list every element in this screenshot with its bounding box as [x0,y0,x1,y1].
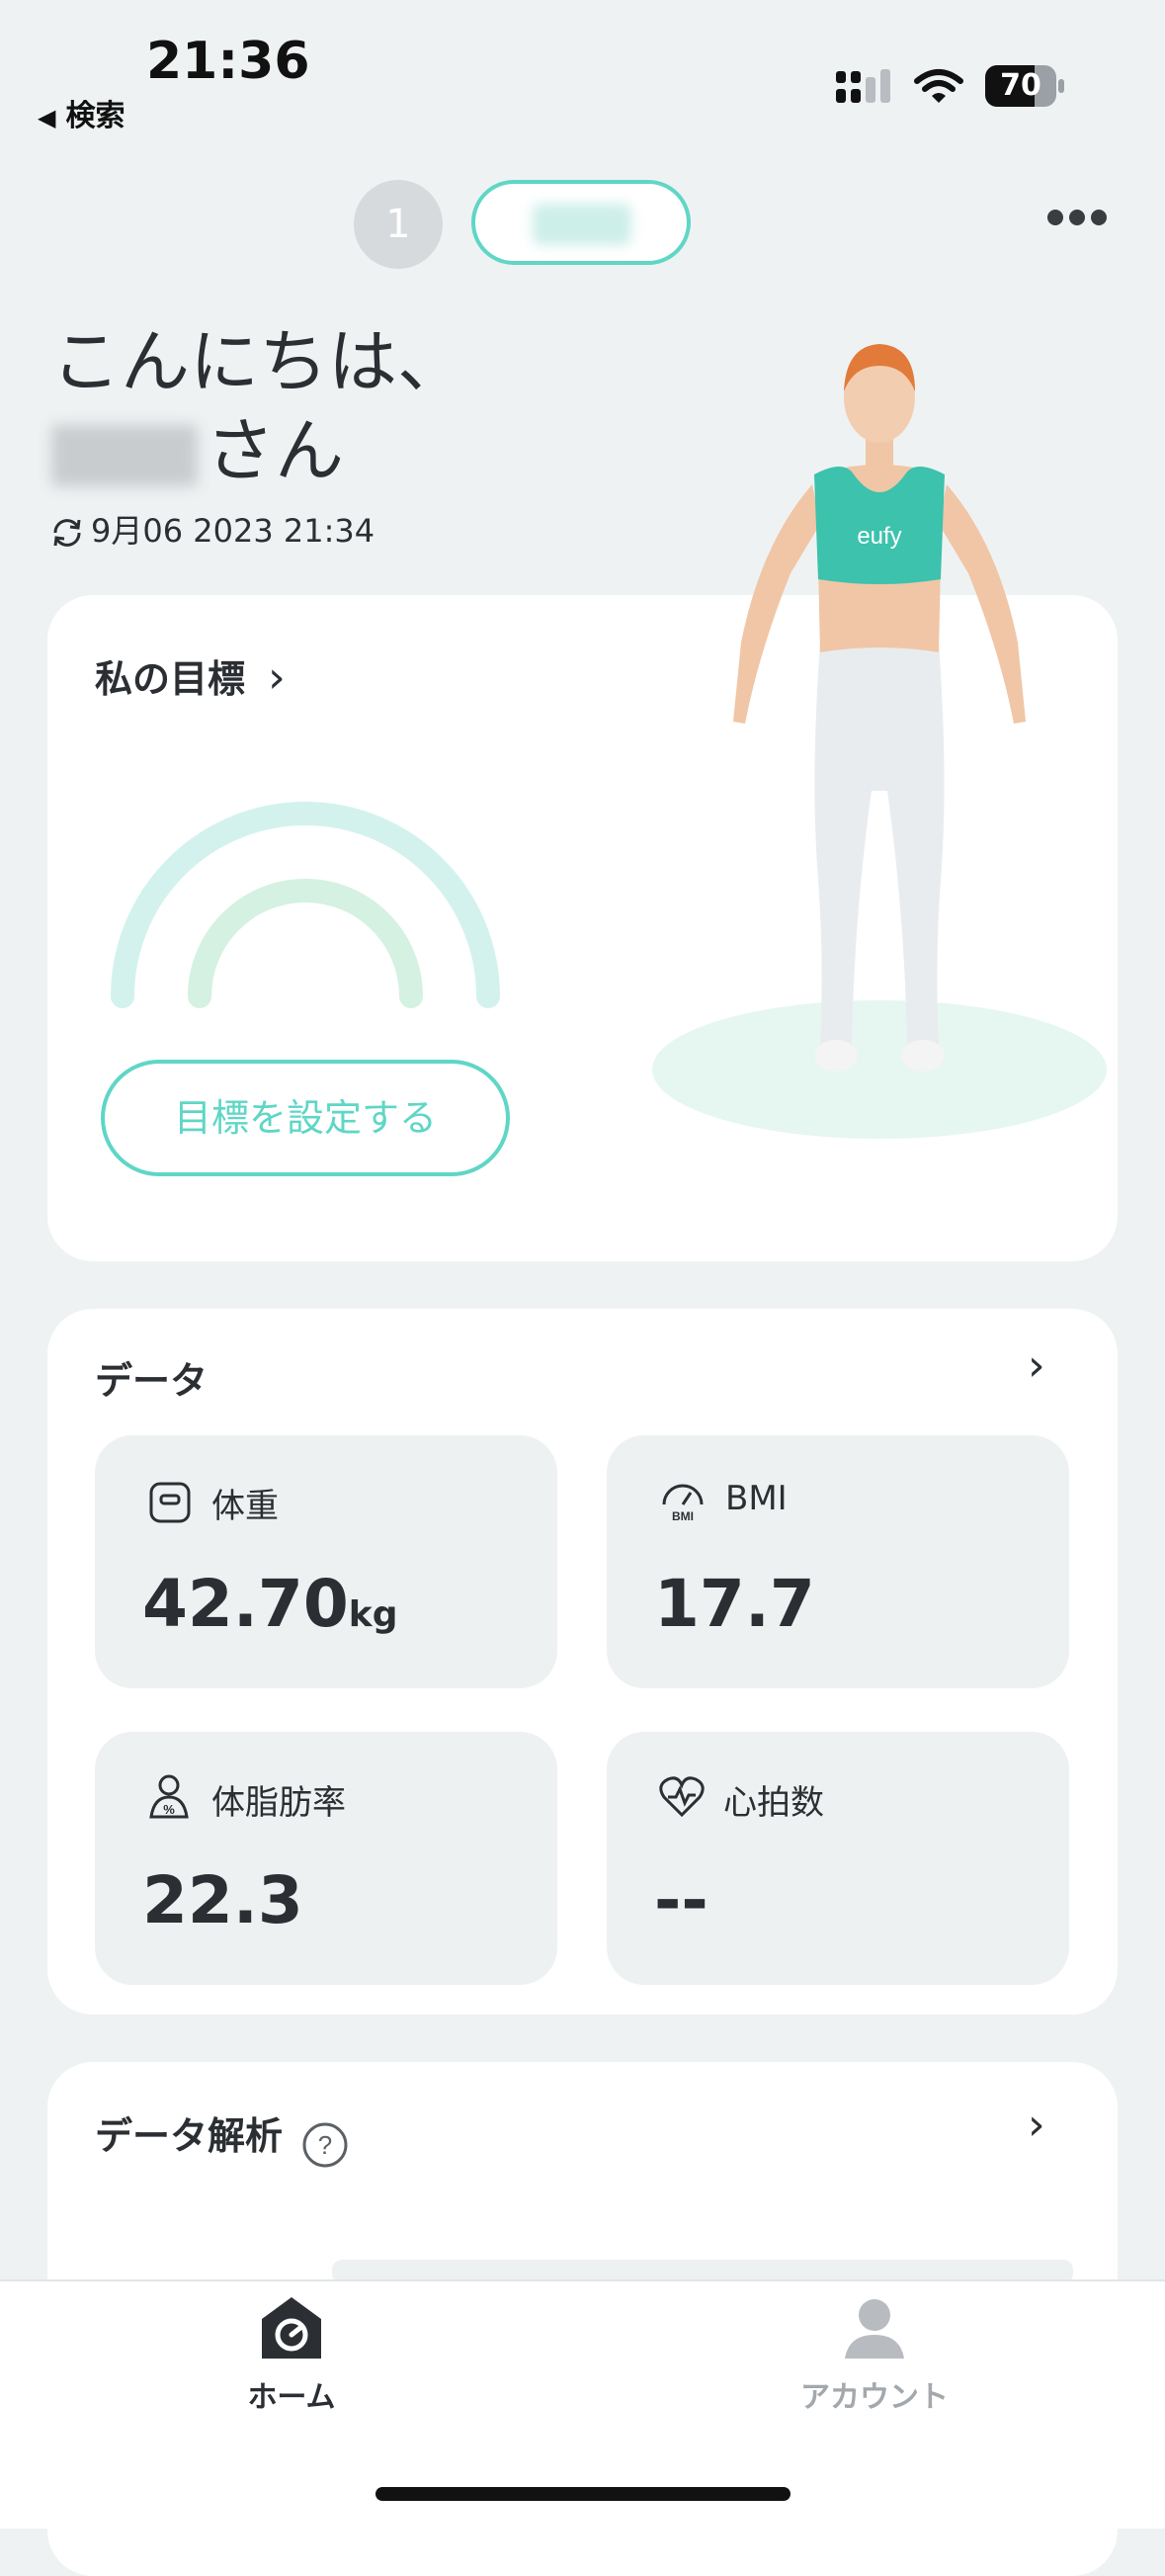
cellular-signal-icon [836,69,890,103]
user-index-badge[interactable]: 1 [354,180,443,269]
tab-home[interactable]: ホーム [227,2293,356,2432]
battery-indicator: 70 [985,65,1064,107]
heart-rate-tile[interactable]: 心拍数 -- [607,1732,1069,1985]
battery-level: 70 [1000,68,1041,103]
weight-label: 体重 [211,1487,279,1526]
weight-tile[interactable]: 体重 42.70kg [95,1435,557,1688]
heart-rate-icon [659,1776,705,1818]
heart-rate-label: 心拍数 [723,1783,824,1823]
body-avatar-figure: eufy [652,344,1107,1139]
chevron-right-icon: › [268,652,286,703]
chevron-right-icon[interactable]: › [1028,2100,1045,2150]
analysis-header[interactable]: データ解析 ? [95,2105,349,2169]
bmi-label: BMI [725,1479,788,1518]
help-icon[interactable]: ? [301,2121,349,2169]
user-name-pill[interactable] [471,180,691,265]
bmi-gauge-icon: BMI [662,1484,704,1523]
tab-account[interactable]: アカウント [791,2293,958,2432]
greeting-suffix: さん [206,410,344,491]
wifi-icon [914,69,963,103]
blurred-user-name [533,204,631,245]
sync-timestamp: 9月06 2023 21:34 [91,512,375,550]
set-goal-button[interactable]: 目標を設定する [101,1060,510,1176]
sync-icon [53,519,81,547]
shirt-logo: eufy [857,523,901,550]
weight-value: 42.70kg [142,1566,398,1642]
back-arrow-icon: ◀ [38,104,56,131]
status-time: 21:36 [146,32,310,91]
svg-text:%: % [163,1802,175,1817]
goal-progress-arc [111,802,500,1008]
home-indicator [375,2487,791,2501]
body-fat-label: 体脂肪率 [211,1783,346,1823]
weight-unit: kg [348,1594,398,1635]
bmi-tile[interactable]: BMI BMI 17.7 [607,1435,1069,1688]
svg-text:?: ? [318,2130,332,2160]
greeting-line: こんにちは、 [51,321,466,402]
scale-icon [149,1482,191,1523]
last-sync[interactable]: 9月06 2023 21:34 [49,506,374,552]
body-fat-value: 22.3 [142,1862,303,1938]
svg-text:BMI: BMI [672,1509,694,1523]
back-label: 検索 [65,99,125,133]
chevron-right-icon[interactable]: › [1028,1340,1045,1391]
bmi-value: 17.7 [654,1566,815,1642]
tab-home-label: ホーム [247,2380,336,2415]
analysis-title: データ解析 [95,2114,284,2158]
tab-account-label: アカウント [800,2380,949,2415]
greeting-name-line: さん [51,395,344,495]
more-options-icon[interactable] [1047,210,1115,229]
data-section-title[interactable]: データ [95,1350,208,1405]
body-fat-tile[interactable]: % 体脂肪率 22.3 [95,1732,557,1985]
blurred-user-name [51,424,198,486]
heart-rate-value: -- [654,1862,708,1938]
body-fat-icon: % [149,1774,189,1819]
back-to-search-link[interactable]: ◀ 検索 [38,91,125,134]
goal-header[interactable]: 私の目標 › [95,648,286,703]
home-icon [262,2297,321,2359]
goal-title: 私の目標 [95,657,246,701]
account-icon [845,2299,904,2359]
